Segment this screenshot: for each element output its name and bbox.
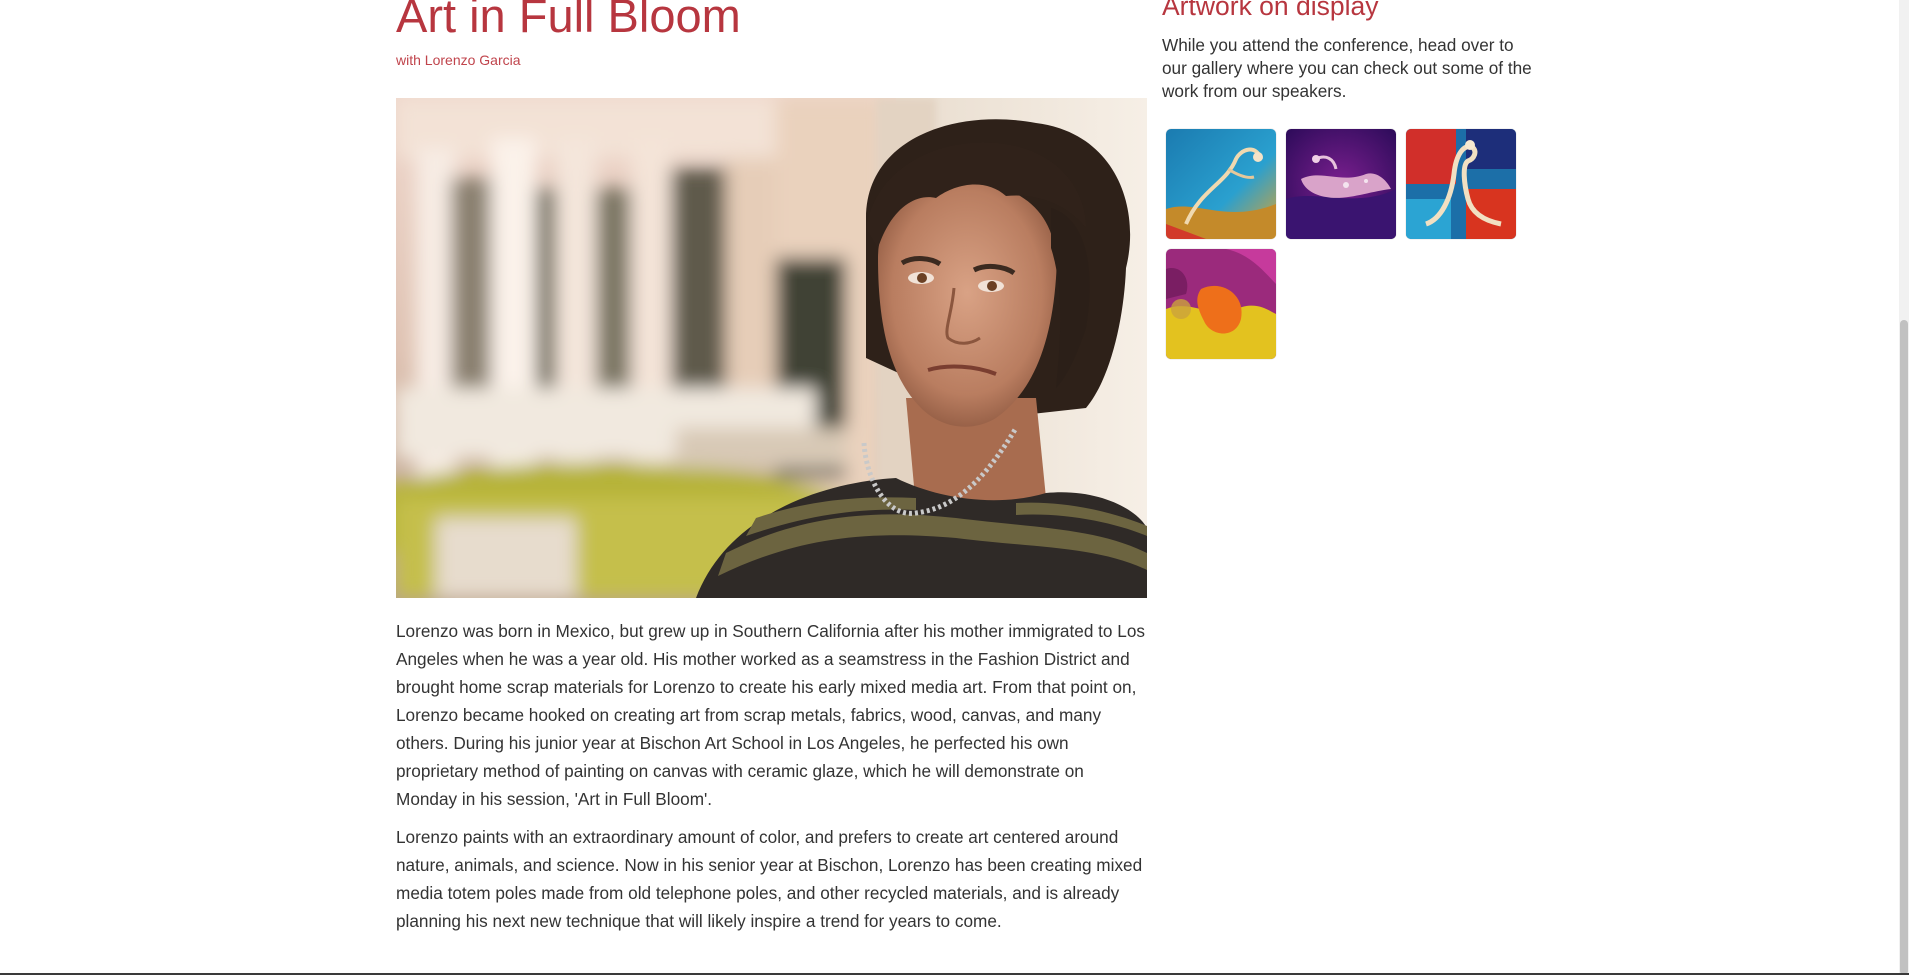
speaker-bio: Lorenzo was born in Mexico, but grew up … bbox=[396, 617, 1148, 945]
artwork-thumbnail-3[interactable] bbox=[1406, 129, 1516, 239]
artwork-image bbox=[1286, 129, 1396, 239]
scrollbar[interactable] bbox=[1899, 0, 1909, 975]
artwork-image bbox=[1166, 249, 1276, 359]
artwork-image bbox=[1406, 129, 1516, 239]
bio-paragraph: Lorenzo was born in Mexico, but grew up … bbox=[396, 621, 1145, 809]
artwork-image bbox=[1166, 129, 1276, 239]
artwork-thumbnail-2[interactable] bbox=[1286, 129, 1396, 239]
byline: with Lorenzo Garcia bbox=[396, 52, 521, 68]
page: Art in Full Bloom with Lorenzo Garcia Lo… bbox=[0, 0, 1909, 975]
speaker-link[interactable]: Lorenzo Garcia bbox=[425, 52, 521, 68]
scrollbar-thumb[interactable] bbox=[1900, 320, 1908, 975]
sidebar-description: While you attend the conference, head ov… bbox=[1162, 35, 1532, 101]
speaker-photo bbox=[396, 98, 1147, 598]
artwork-thumbnail-4[interactable] bbox=[1166, 249, 1276, 359]
byline-prefix: with bbox=[396, 52, 421, 68]
sidebar-title: Artwork on display bbox=[1162, 0, 1379, 21]
speaker-photo-image bbox=[396, 98, 1147, 598]
bio-paragraph: Lorenzo paints with an extraordinary amo… bbox=[396, 827, 1143, 931]
artwork-thumbnail-1[interactable] bbox=[1166, 129, 1276, 239]
session-title: Art in Full Bloom bbox=[396, 0, 741, 42]
